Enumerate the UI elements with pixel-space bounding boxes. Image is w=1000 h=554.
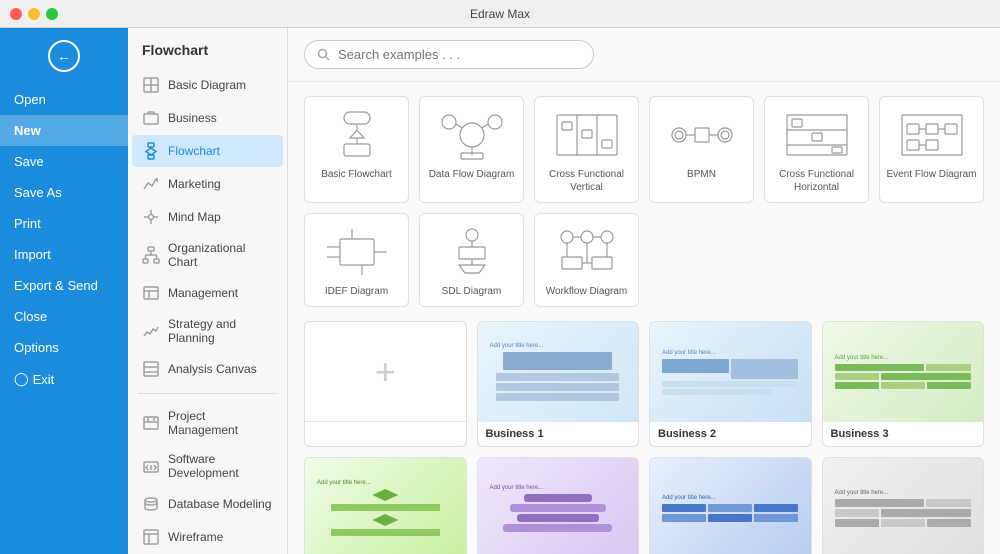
sidebar-item-saveas[interactable]: Save As <box>0 177 128 208</box>
main-content: Basic Flowchart <box>288 28 1000 554</box>
nav-item-software-dev[interactable]: Software Development <box>132 445 283 487</box>
sample-card-new[interactable]: + <box>304 321 467 447</box>
search-input[interactable] <box>338 47 581 62</box>
template-workflow[interactable]: Workflow Diagram <box>534 213 639 307</box>
template-label: Cross Functional Vertical <box>541 168 632 194</box>
sidebar-item-export[interactable]: Export & Send <box>0 270 128 301</box>
back-arrow-icon: ← <box>57 48 71 64</box>
sidebar-item-import[interactable]: Import <box>0 239 128 270</box>
close-button[interactable] <box>10 8 22 20</box>
nav-item-analysis[interactable]: Analysis Canvas <box>132 353 283 385</box>
template-basic-flowchart[interactable]: Basic Flowchart <box>304 96 409 203</box>
sample-card-business7[interactable]: Add your title here... <box>822 457 985 554</box>
template-label: Workflow Diagram <box>546 285 628 298</box>
template-cross-functional-h[interactable]: Cross Functional Horizontal <box>764 96 869 203</box>
template-label: Cross Functional Horizontal <box>771 168 862 194</box>
sidebar-item-save[interactable]: Save <box>0 146 128 177</box>
nav-item-management[interactable]: Management <box>132 277 283 309</box>
template-label: Basic Flowchart <box>321 168 392 181</box>
template-label: IDEF Diagram <box>325 285 388 298</box>
traffic-lights <box>10 8 58 20</box>
nav-item-mindmap[interactable]: Mind Map <box>132 201 283 233</box>
template-bpmn[interactable]: BPMN <box>649 96 754 203</box>
nav-item-marketing[interactable]: Marketing <box>132 168 283 200</box>
nav-divider <box>138 393 277 394</box>
back-button[interactable]: ← <box>0 28 128 84</box>
content-area: Basic Flowchart <box>288 82 1000 554</box>
template-cross-functional-v[interactable]: Cross Functional Vertical <box>534 96 639 203</box>
nav-item-basic-diagram[interactable]: Basic Diagram <box>132 69 283 101</box>
search-bar <box>304 40 594 69</box>
search-icon <box>317 48 330 61</box>
template-data-flow[interactable]: Data Flow Diagram <box>419 96 524 203</box>
nav-item-business[interactable]: Business <box>132 102 283 134</box>
template-idef[interactable]: IDEF Diagram <box>304 213 409 307</box>
nav-item-database[interactable]: Database Modeling <box>132 488 283 520</box>
template-label: Event Flow Diagram <box>886 168 976 181</box>
sample-card-business6[interactable]: Add your title here... Business 6 <box>649 457 812 554</box>
window-title: Edraw Max <box>470 7 530 21</box>
sidebar-item-open[interactable]: Open <box>0 84 128 115</box>
add-new-icon: + <box>375 354 396 390</box>
template-event-flow[interactable]: Event Flow Diagram <box>879 96 984 203</box>
sample-label: Business 3 <box>823 422 984 446</box>
template-sdl[interactable]: SDL Diagram <box>419 213 524 307</box>
samples-grid: + Add your title here... <box>304 321 984 554</box>
secondary-nav: Flowchart Basic Diagram Business Flowcha… <box>128 28 288 554</box>
sidebar: ← Open New Save Save As Print Import Exp… <box>0 28 128 554</box>
maximize-button[interactable] <box>46 8 58 20</box>
search-bar-container <box>288 28 1000 82</box>
sidebar-item-exit[interactable]: ◯Exit <box>0 363 128 395</box>
template-label: SDL Diagram <box>442 285 502 298</box>
sample-card-business3[interactable]: Add your title here... <box>822 321 985 447</box>
sidebar-item-print[interactable]: Print <box>0 208 128 239</box>
sample-card-business1[interactable]: Add your title here... Business 1 <box>477 321 640 447</box>
nav-item-strategy[interactable]: Strategy and Planning <box>132 310 283 352</box>
minimize-button[interactable] <box>28 8 40 20</box>
template-grid: Basic Flowchart <box>304 96 984 307</box>
nav-item-wireframe[interactable]: Wireframe <box>132 521 283 553</box>
sample-label: Business 1 <box>478 422 639 446</box>
sample-card-business5[interactable]: Add your title here... Business 5 <box>477 457 640 554</box>
nav-item-orgchart[interactable]: Organizational Chart <box>132 234 283 276</box>
secondary-nav-title: Flowchart <box>128 28 287 68</box>
sample-card-business4[interactable]: Add your title here... Business 4 <box>304 457 467 554</box>
template-label: Data Flow Diagram <box>429 168 515 181</box>
titlebar: Edraw Max <box>0 0 1000 28</box>
app-body: ← Open New Save Save As Print Import Exp… <box>0 28 1000 554</box>
sidebar-item-new[interactable]: New <box>0 115 128 146</box>
sample-label: Business 2 <box>650 422 811 446</box>
sidebar-item-options[interactable]: Options <box>0 332 128 363</box>
template-label: BPMN <box>687 168 716 181</box>
nav-item-flowchart[interactable]: Flowchart <box>132 135 283 167</box>
sample-card-business2[interactable]: Add your title here... Business 2 <box>649 321 812 447</box>
nav-item-project-mgmt[interactable]: Project Management <box>132 402 283 444</box>
sidebar-item-close[interactable]: Close <box>0 301 128 332</box>
